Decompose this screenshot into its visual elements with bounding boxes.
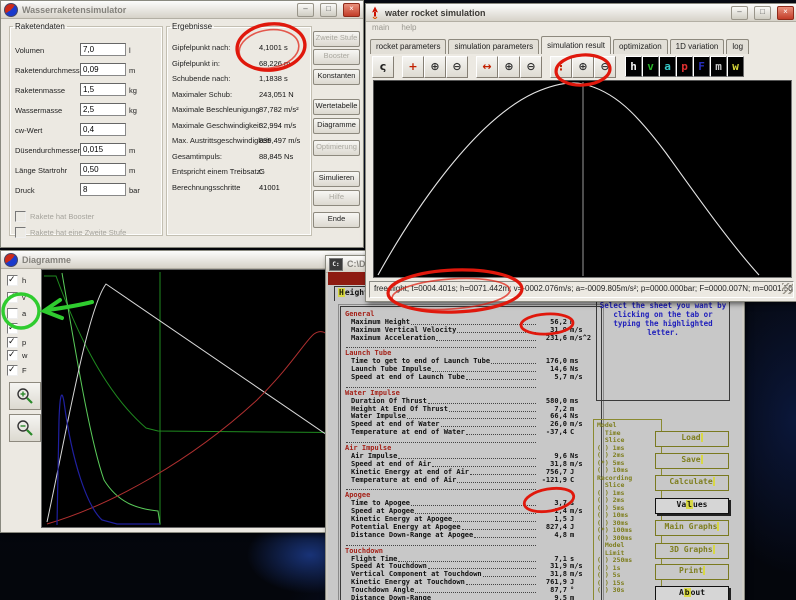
tab[interactable]: rocket parameters xyxy=(370,39,446,54)
zoom-out-icon[interactable]: ⊖ xyxy=(520,56,542,78)
tab[interactable]: simulation parameters xyxy=(448,39,539,54)
action-button[interactable]: Booster xyxy=(313,49,360,65)
h-curve-button[interactable]: h xyxy=(625,56,642,77)
checkbox-hidden[interactable] xyxy=(7,323,22,334)
zoom-in-icon[interactable]: ⊕ xyxy=(572,56,594,78)
checkbox-icon xyxy=(7,350,18,361)
water-rocket-simulation-window: water rocket simulation – □ × main help r… xyxy=(365,3,796,302)
rocket-tool-icon[interactable]: ς xyxy=(372,56,394,78)
zoom-in-icon[interactable]: ⊕ xyxy=(424,56,446,78)
wasserraketensimulator-window: Wasserraketensimulator – □ × Raketendate… xyxy=(0,0,364,248)
button-hotkey xyxy=(703,566,705,575)
action-button[interactable]: Zweite Stufe xyxy=(313,31,360,47)
maximize-button[interactable]: □ xyxy=(754,6,771,20)
action-button[interactable]: Ende xyxy=(313,212,360,228)
button-hotkey xyxy=(713,545,715,554)
console-button[interactable]: Save xyxy=(655,453,729,469)
checkbox-icon xyxy=(7,323,18,334)
rocket-icon xyxy=(369,6,381,19)
tab-bar: rocket parameterssimulation parameterssi… xyxy=(370,34,793,54)
checkbox-label: v xyxy=(22,293,26,302)
button-hotkey xyxy=(713,477,715,486)
tab-hotkey: H xyxy=(338,288,345,297)
console-button[interactable]: About xyxy=(655,586,729,600)
console-button[interactable]: 3D Graphs xyxy=(655,543,729,559)
checkbox-a[interactable]: a xyxy=(7,308,26,319)
checkbox-icon xyxy=(7,365,18,376)
v-curve-button[interactable]: v xyxy=(642,56,659,77)
checkbox-icon xyxy=(7,337,18,348)
tab[interactable]: simulation result xyxy=(541,36,611,54)
button-hotkey xyxy=(701,455,703,464)
titlebar[interactable]: water rocket simulation – □ × xyxy=(366,4,796,22)
zoom-in-icon[interactable]: ⊕ xyxy=(498,56,520,78)
checkbox-icon xyxy=(7,292,18,303)
ms-dos-icon: C: xyxy=(329,258,343,271)
console-button[interactable]: Main Graphs xyxy=(655,520,729,536)
close-button[interactable]: × xyxy=(777,6,794,20)
checkbox-label: p xyxy=(22,338,26,347)
checkbox-p[interactable]: p xyxy=(7,337,26,348)
checkbox-label: F xyxy=(22,366,27,375)
tab[interactable]: log xyxy=(726,39,749,54)
checkbox-v[interactable]: v xyxy=(7,292,26,303)
action-button[interactable]: Hilfe xyxy=(313,190,360,206)
zoom-in-icon xyxy=(16,387,34,405)
action-button[interactable]: Diagramme xyxy=(313,118,360,134)
checkbox-icon xyxy=(7,308,18,319)
zoom-out-icon xyxy=(16,419,34,437)
tab[interactable]: optimization xyxy=(613,39,668,54)
button-hotkey: b xyxy=(684,588,691,597)
a-curve-button[interactable]: a xyxy=(659,56,676,77)
action-button[interactable]: Simulieren xyxy=(313,171,360,187)
tab[interactable]: 1D variation xyxy=(670,39,725,54)
menu-item[interactable]: main xyxy=(372,23,389,32)
menubar: main help xyxy=(366,21,796,34)
minimize-button[interactable]: – xyxy=(731,6,748,20)
action-button[interactable]: Optimierung xyxy=(313,140,360,156)
F-curve-button[interactable]: F xyxy=(693,56,710,77)
horizontal-scale-icon[interactable]: ↔ xyxy=(476,56,498,78)
p-curve-button[interactable]: p xyxy=(676,56,693,77)
menu-item[interactable]: help xyxy=(401,23,416,32)
checkbox-label: w xyxy=(22,351,27,360)
desktop: Wasserraketensimulator – □ × Raketendate… xyxy=(0,0,796,600)
action-button[interactable]: Wertetabelle xyxy=(313,99,360,115)
console-button[interactable]: Print xyxy=(655,564,729,580)
toolbar: ς+⊕⊖↔⊕⊖⋮⊕⊖ hvapFmw xyxy=(372,55,791,78)
checkbox-label: h xyxy=(22,276,26,285)
zoom-in-button[interactable] xyxy=(9,382,41,410)
checkbox-label: a xyxy=(22,309,26,318)
action-button[interactable]: Konstanten xyxy=(313,69,360,85)
dos-console-window: C: C:\DOK Height General Maximum Height … xyxy=(325,255,745,600)
trajectory-plot xyxy=(373,80,792,278)
button-hotkey: l xyxy=(686,500,693,509)
checkbox-icon xyxy=(7,275,18,286)
move-icon[interactable]: + xyxy=(402,56,424,78)
console-button[interactable]: Load xyxy=(655,431,729,447)
console-button[interactable]: Calculate xyxy=(655,475,729,491)
m-curve-button[interactable]: m xyxy=(710,56,727,77)
button-hotkey xyxy=(701,433,703,442)
checkbox-h[interactable]: h xyxy=(7,275,26,286)
status-bar: free flight; t=0004.401s; h=0071.442m; v… xyxy=(369,281,794,298)
button-hotkey xyxy=(717,522,719,531)
console-screen: General Maximum Height 56,2 m Maximum Ve… xyxy=(328,301,742,600)
trajectory-curve xyxy=(374,81,791,277)
checkbox-w[interactable]: w xyxy=(7,350,27,361)
zoom-out-icon[interactable]: ⊖ xyxy=(446,56,468,78)
window-title: water rocket simulation xyxy=(385,8,725,18)
zoom-out-button[interactable] xyxy=(9,414,41,442)
checkbox-F[interactable]: F xyxy=(7,365,27,376)
zoom-out-icon[interactable]: ⊖ xyxy=(594,56,616,78)
console-button[interactable]: Values xyxy=(655,498,729,514)
resize-grip[interactable] xyxy=(782,283,793,294)
vertical-scale-icon[interactable]: ⋮ xyxy=(550,56,572,78)
w-curve-button[interactable]: w xyxy=(727,56,744,77)
